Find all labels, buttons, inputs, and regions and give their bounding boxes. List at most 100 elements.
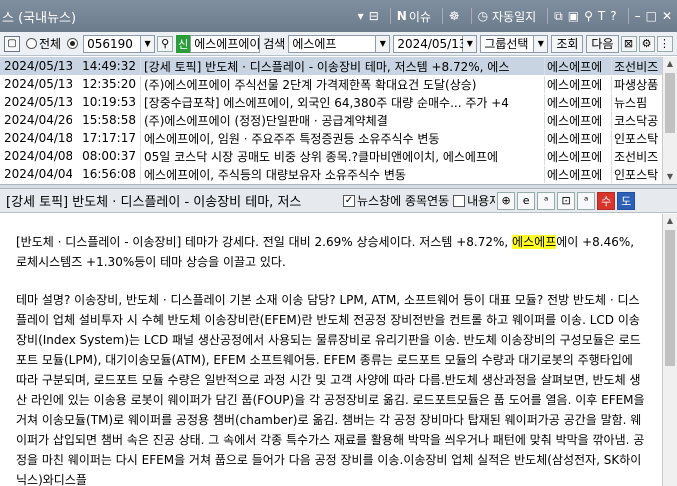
auto-log-button[interactable]: ◷ 자동일지	[478, 8, 536, 25]
auto-log-label: 자동일지	[491, 9, 537, 24]
news-source: 에스에프에	[544, 57, 611, 75]
news-time: 17:17:17	[72, 131, 140, 145]
radio-all-label: 전체	[39, 37, 62, 51]
news-date: 2024/05/13	[0, 95, 72, 109]
radio-all-circle[interactable]	[26, 38, 37, 49]
pin-icon[interactable]: ⚲	[584, 9, 593, 23]
radio-stock-circle[interactable]	[67, 38, 79, 49]
group-select[interactable]: 그룹선택	[480, 34, 535, 53]
query-button[interactable]: 조회	[551, 34, 584, 53]
news-row[interactable]: 2024/04/26 15:58:58 (주)에스에프에이 (정정)단일판매 · 공…	[0, 111, 662, 129]
news-category: 조선비즈	[611, 57, 660, 75]
scroll-thumb[interactable]	[665, 73, 675, 133]
news-row[interactable]: 2024/05/13 12:35:20 (주)에스에프에이 주식선물 2단계 가격제…	[0, 75, 662, 93]
radio-all[interactable]: 전체	[26, 35, 61, 52]
layout-icon[interactable]: ⊟	[369, 9, 379, 23]
stock-code-input[interactable]: 056190	[83, 34, 142, 53]
news-row[interactable]: 2024/05/13 10:19:53 [장중수급포착] 에스에프에이, 외국인 6…	[0, 93, 662, 111]
stock-code-dropdown[interactable]: ▼	[141, 34, 156, 53]
news-source: 에스에프에	[544, 75, 611, 93]
shin-badge: 신	[176, 34, 191, 53]
scroll-thumb[interactable]	[665, 230, 675, 366]
title-bar: 스 (국내뉴스) ▾ ⊟ N 이슈 ☸ ◷ 자동일지 ⧉ ▣ ⚲ T ? – □ …	[0, 0, 677, 32]
article-paragraph: 테마 설명? 이송장비, 반도체 · 디스플레이 기본 소재 이송 담당? LP…	[16, 293, 645, 486]
expand-icon[interactable]: ⋮	[656, 35, 673, 52]
checkbox-checked-icon[interactable]: ✓	[343, 194, 355, 207]
news-row[interactable]: 2024/04/18 17:17:17 에스에프에이, 임원 · 주요주주 특정증권…	[0, 129, 662, 147]
n-icon: N	[396, 9, 407, 23]
news-category: 뉴스핌	[611, 93, 660, 111]
scroll-up-arrow[interactable]: ▲	[663, 57, 677, 71]
title-separator	[627, 8, 629, 24]
copy-icon[interactable]: ⊡	[557, 191, 576, 210]
news-date: 2024/05/13	[0, 59, 72, 73]
content-auto-checkbox[interactable]: 내용자동	[453, 192, 495, 209]
news-source: 에스에프에	[544, 111, 611, 129]
group-dropdown[interactable]: ▼	[534, 34, 549, 53]
stock-link-label: 뉴스창에 종목연동	[357, 194, 450, 208]
scroll-down-arrow[interactable]: ▼	[663, 170, 677, 184]
scroll-up-arrow[interactable]: ▲	[663, 214, 677, 228]
news-category: 코스닥공	[611, 111, 660, 129]
font-size-icon[interactable]: T	[598, 9, 605, 23]
window-link-button[interactable]: ▢	[4, 35, 20, 52]
news-time: 08:00:37	[72, 149, 140, 163]
news-date: 2024/04/08	[0, 149, 72, 163]
radio-stock[interactable]	[67, 38, 80, 49]
news-row[interactable]: 2024/05/13 14:49:32 [강세 토픽] 반도체 · 디스플레이 - …	[0, 57, 662, 75]
news-title: [강세 토픽] 반도체 · 디스플레이 - 이송장비 테마, 저스템 +8.72…	[140, 57, 544, 75]
next-button[interactable]: 다음	[586, 34, 619, 53]
para1-text: [반도체 · 디스플레이 - 이송장비] 테마가 강세다. 전일 대비 2.69…	[16, 235, 513, 249]
search-label: 검색	[263, 37, 286, 51]
window-title: 스 (국내뉴스)	[2, 10, 77, 26]
article-body: [반도체 · 디스플레이 - 이송장비] 테마가 강세다. 전일 대비 2.69…	[0, 214, 662, 486]
gear-icon[interactable]: ⚙	[638, 35, 655, 52]
news-row[interactable]: 2024/04/04 16:56:08 에스에프에이, 주식등의 대량보유자 소유주…	[0, 165, 662, 183]
keyword-input[interactable]: 에스에프	[288, 34, 377, 53]
maximize-button[interactable]: □	[646, 9, 657, 23]
news-source: 에스에프에	[544, 93, 611, 111]
window-split-icon[interactable]: ⧉	[554, 9, 563, 24]
settings-icon[interactable]: ☸	[449, 9, 460, 23]
detail-title: [강세 토픽] 반도체 · 디스플레이 - 이송장비 테마, 저스	[6, 195, 302, 210]
news-category: 인포스탁	[611, 129, 660, 147]
issue-label: 이슈	[408, 9, 431, 24]
article-scrollbar[interactable]: ▲	[662, 214, 677, 486]
news-window: 스 (국내뉴스) ▾ ⊟ N 이슈 ☸ ◷ 자동일지 ⧉ ▣ ⚲ T ? – □ …	[0, 0, 677, 486]
news-row[interactable]: 2024/04/08 08:00:37 05일 코스닥 시장 공매도 비중 상위 종…	[0, 147, 662, 165]
zoom-icon[interactable]: ⊕	[497, 191, 516, 210]
red-flag-icon[interactable]: 수	[597, 191, 616, 210]
clock-icon: ◷	[477, 9, 489, 23]
title-separator	[470, 8, 472, 24]
issue-button[interactable]: N 이슈	[397, 8, 431, 25]
content-auto-label: 내용자동	[467, 194, 496, 208]
keyword-highlight: 에스에프	[512, 235, 557, 249]
close-button[interactable]: ✕	[662, 9, 672, 23]
checkbox-empty-icon[interactable]	[453, 194, 466, 207]
news-category: 인포스탁	[611, 165, 660, 183]
news-list: 2024/05/13 14:49:32 [강세 토픽] 반도체 · 디스플레이 - …	[0, 57, 662, 184]
stock-link-checkbox[interactable]: ✓ 뉴스창에 종목연동	[343, 192, 449, 209]
news-title: (주)에스에프에이 (정정)단일판매 · 공급계약체결	[140, 111, 544, 129]
window-tile-icon[interactable]: ▣	[568, 9, 579, 23]
keyword-dropdown[interactable]: ▼	[376, 34, 391, 53]
date-input[interactable]: 2024/05/13	[393, 34, 466, 53]
list-scrollbar[interactable]: ▲ ▼	[662, 57, 677, 184]
news-time: 10:19:53	[72, 95, 140, 109]
news-time: 12:35:20	[72, 77, 140, 91]
menu-button[interactable]: ▾	[358, 9, 364, 23]
title-separator	[389, 8, 391, 24]
news-category: 조선비즈	[611, 147, 660, 165]
blue-flag-icon[interactable]: 도	[617, 191, 636, 210]
news-time: 16:56:08	[72, 167, 140, 181]
lock-icon[interactable]: ⊠	[620, 35, 637, 52]
news-date: 2024/05/13	[0, 77, 72, 91]
font-decrease-icon[interactable]: ᵃ	[577, 191, 596, 210]
search-icon[interactable]: ⚲	[157, 35, 174, 52]
font-increase-icon[interactable]: ᵃ	[537, 191, 556, 210]
date-dropdown[interactable]: ▼	[463, 34, 478, 53]
minimize-button[interactable]: –	[635, 9, 641, 23]
news-source: 에스에프에	[544, 147, 611, 165]
browser-icon[interactable]: e	[517, 191, 536, 210]
help-icon[interactable]: ?	[610, 9, 616, 23]
